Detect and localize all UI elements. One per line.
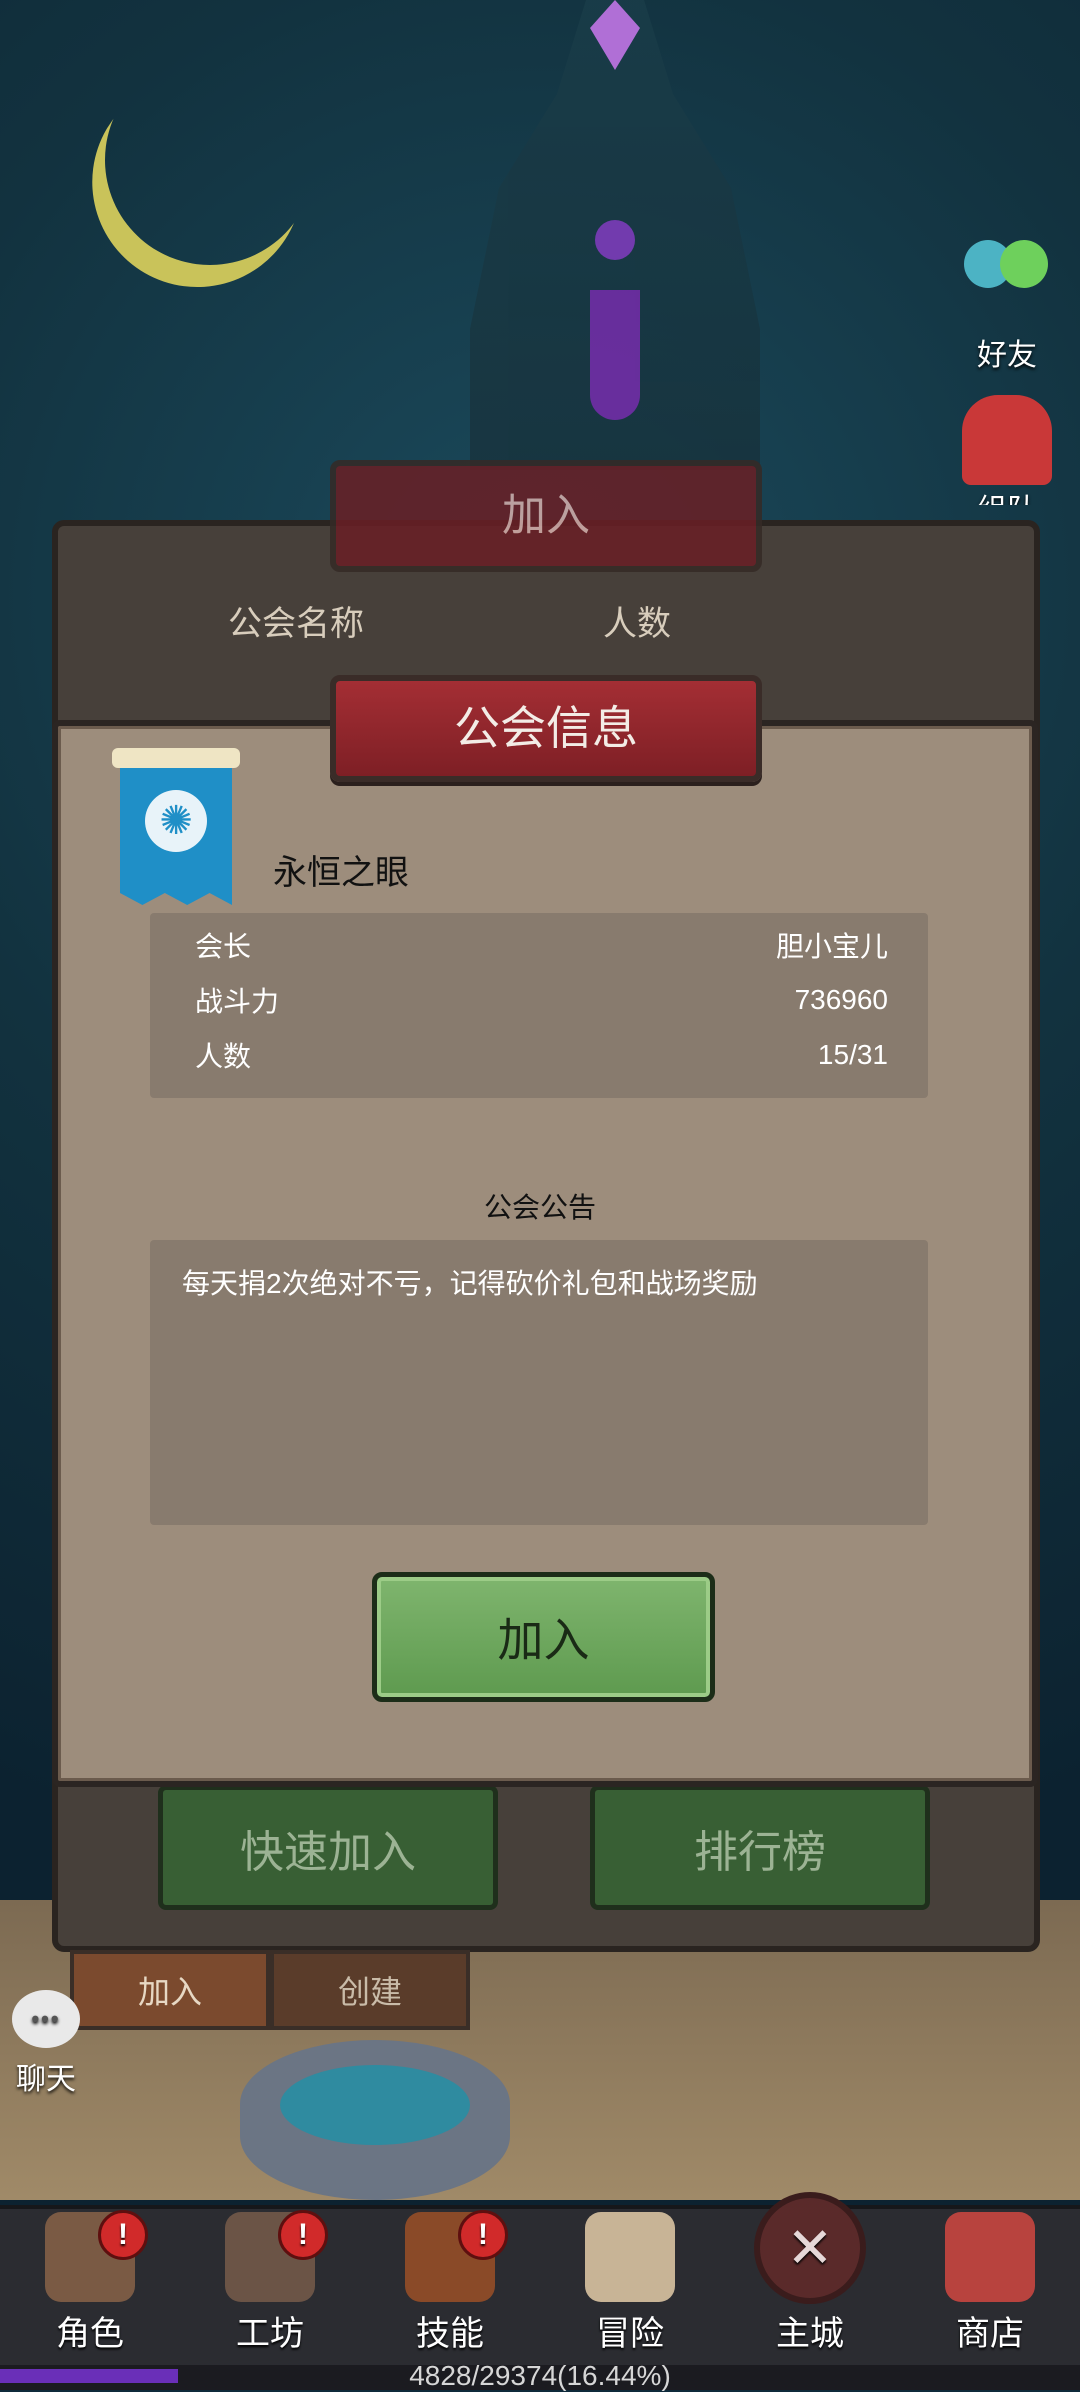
column-guild-name: 公会名称 (228, 605, 364, 643)
tower-bulb (590, 290, 640, 420)
friends-icon (962, 240, 1052, 330)
nav-main-city[interactable]: ✕ 主城 (730, 2192, 890, 2355)
guild-banner-rod (112, 748, 240, 768)
nav-label: 商店 (956, 2315, 1024, 2353)
column-member-count: 人数 (603, 605, 671, 643)
friends-label: 好友 (977, 339, 1037, 372)
members-value: 15/31 (817, 1039, 888, 1070)
nav-label: 工坊 (236, 2315, 304, 2353)
bottom-nav: ! 角色 ! 工坊 ! 技能 冒险 ✕ 主城 商店 (0, 2192, 1080, 2365)
members-row: 人数 15/31 (195, 1035, 888, 1075)
team-icon (962, 395, 1052, 485)
nav-shop[interactable]: 商店 (910, 2212, 1070, 2355)
shop-icon (945, 2212, 1035, 2302)
join-guild-button[interactable]: 加入 (372, 1572, 715, 1702)
members-label: 人数 (195, 1041, 252, 1072)
chat-button[interactable]: ••• 聊天 (6, 1990, 86, 2098)
experience-bar: 4828/29374(16.44%) (0, 2360, 1080, 2391)
leader-row: 会长 胆小宝儿 (195, 925, 888, 965)
moon-decoration (81, 31, 338, 288)
fountain-decoration (240, 2040, 510, 2200)
team-label: 组队 (952, 485, 1062, 505)
notice-title: 公会公告 (483, 1192, 596, 1223)
nav-label: 角色 (56, 2315, 124, 2353)
notice-text: 每天捐2次绝对不亏，记得砍价礼包和战场奖励 (182, 1268, 758, 1299)
notice-box: 每天捐2次绝对不亏，记得砍价礼包和战场奖励 (150, 1240, 928, 1525)
nav-label: 技能 (416, 2315, 484, 2353)
experience-text: 4828/29374(16.44%) (409, 2360, 671, 2391)
nav-adventure[interactable]: 冒险 (550, 2212, 710, 2355)
dark-tower-decoration (470, 0, 760, 470)
chat-label: 聊天 (16, 2063, 76, 2096)
guild-tabs: 加入 创建 (70, 1950, 470, 2030)
leader-label: 会长 (195, 931, 252, 962)
guild-info-box: 会长 胆小宝儿 战斗力 736960 人数 15/31 (150, 913, 928, 1098)
tower-orb (595, 220, 635, 260)
team-button[interactable]: 组队 (952, 395, 1062, 505)
nav-character[interactable]: ! 角色 (10, 2210, 170, 2355)
leaderboard-button[interactable]: 排行榜 (590, 1785, 930, 1910)
modal-title: 公会信息 (330, 675, 762, 782)
quick-join-button[interactable]: 快速加入 (158, 1785, 498, 1910)
tab-create[interactable]: 创建 (270, 1950, 470, 2030)
adventure-map-icon (585, 2212, 675, 2302)
alert-badge: ! (458, 2210, 508, 2260)
nav-workshop[interactable]: ! 工坊 (190, 2210, 350, 2355)
alert-badge: ! (98, 2210, 148, 2260)
nav-label: 冒险 (596, 2315, 664, 2353)
leader-value: 胆小宝儿 (775, 931, 888, 962)
nav-skills[interactable]: ! 技能 (370, 2210, 530, 2355)
tab-join[interactable]: 加入 (70, 1950, 270, 2030)
power-row: 战斗力 736960 (195, 980, 888, 1020)
chat-bubble-icon: ••• (12, 1990, 80, 2048)
nav-label: 主城 (776, 2315, 844, 2353)
alert-badge: ! (278, 2210, 328, 2260)
join-panel-title: 加入 (330, 460, 762, 572)
power-value: 736960 (794, 984, 888, 1015)
main-city-icon: ✕ (754, 2192, 866, 2304)
power-label: 战斗力 (195, 986, 280, 1017)
guild-emblem-icon: ✺ (145, 790, 207, 852)
friends-button[interactable]: 好友 (952, 240, 1062, 374)
guild-name: 永恒之眼 (273, 854, 409, 892)
